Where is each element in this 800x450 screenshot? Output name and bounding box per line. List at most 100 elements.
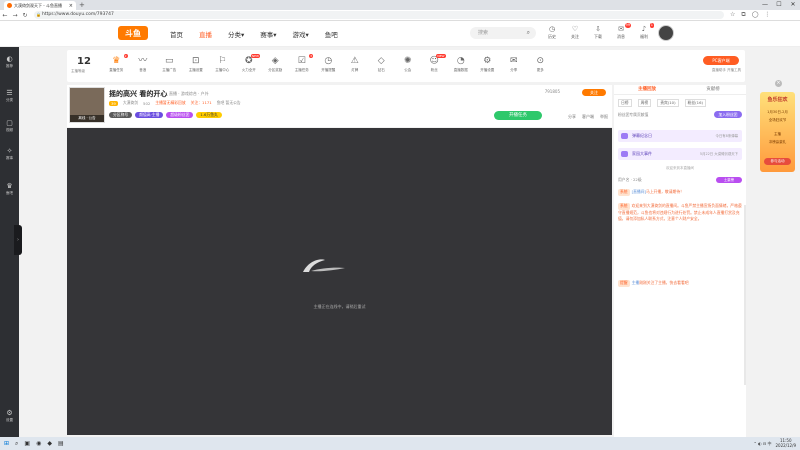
tool-item-3[interactable]: ⊡ 主播设置 [183, 54, 210, 73]
room-tag-2[interactable]: 超级粉丝团 [166, 112, 194, 118]
tool-item-11[interactable]: ✺ 公会 [395, 54, 422, 73]
system-tray[interactable]: ⌃ ◐ ⊟ 中 [753, 441, 771, 447]
room-tag-3[interactable]: 1.6万鱼丸 [196, 112, 222, 118]
rank-subtab-2[interactable]: 贵宾(10) [657, 99, 679, 107]
tab-contribution[interactable]: 贡献榜 [680, 85, 746, 94]
family-event-card[interactable]: 家园大事件 5月22日 大漠倚剑观天下 [618, 148, 742, 160]
sidebar-item-2[interactable]: ▢ 视频 [0, 119, 19, 132]
tool-item-10[interactable]: ◇ 钻石 [368, 54, 395, 73]
search-input[interactable]: 搜索 ⌕ [470, 27, 536, 39]
extensions-icon[interactable]: ⧉ [741, 11, 745, 19]
message-prefix: 系统 [618, 189, 630, 196]
forward-icon[interactable]: → [10, 12, 20, 19]
event-icon [621, 151, 628, 157]
sidebar-item-5[interactable]: ⚙ 设置 [0, 409, 19, 422]
room-category[interactable]: 直播 · 游戏综合 · 户外 [169, 91, 209, 97]
danmu-anniversary-card[interactable]: 弹幕纪念日 今日有8条弹幕 [618, 130, 742, 142]
nav-link-4[interactable]: 游戏▾ [293, 29, 309, 39]
taskbar-app-icon[interactable]: ⌕ [15, 440, 18, 448]
replay-link[interactable]: 主播暂无精彩回放 [155, 100, 185, 106]
close-tab-icon[interactable]: × [69, 3, 73, 9]
message-sender[interactable]: [直播间] [632, 189, 646, 194]
clock-date: 2022/12/9 [775, 442, 796, 448]
tool-item-7[interactable]: ☑ 主播任务 3 [289, 54, 316, 73]
user-nav-item-0[interactable]: ◷ 历史 [543, 25, 561, 40]
clock[interactable]: 11:50 2022/12/9 [775, 438, 796, 448]
browser-tab[interactable]: 大漠倚剑观天下 - 斗鱼直播 × [4, 1, 76, 10]
rank-subtab-0[interactable]: 日榜 [618, 99, 632, 107]
join-fans-button[interactable]: 加入粉丝团 [714, 111, 742, 118]
nav-link-2[interactable]: 分类▾ [228, 29, 244, 39]
sidebar-icon: ▢ [6, 119, 13, 127]
menu-icon[interactable]: ⋮ [764, 11, 770, 19]
room-tag-0[interactable]: 分区称号 [109, 112, 133, 118]
back-icon[interactable]: ← [0, 12, 10, 19]
anchor-name[interactable]: 大漠倚剑 [123, 100, 138, 106]
user-nav-item-2[interactable]: ⇩ 下载 [589, 25, 607, 40]
minimize-button[interactable]: — [758, 0, 772, 10]
share-action-2[interactable]: 举报 [600, 114, 608, 120]
sidebar-collapse-button[interactable]: › [14, 225, 22, 255]
anchor-avatar[interactable]: 离线 · 公告 [69, 87, 105, 123]
search-icon[interactable]: ⌕ [527, 27, 530, 39]
room-id: 791805 [544, 89, 560, 94]
tool-item-16[interactable]: ⊙ 更多 [527, 54, 554, 73]
tab-replay[interactable]: 主播回放 [614, 85, 680, 94]
promo-close-icon[interactable]: × [775, 80, 782, 87]
sidebar-item-4[interactable]: ♛ 鱼吧 [0, 182, 19, 195]
sidebar-item-0[interactable]: ◐ 推荐 [0, 55, 19, 68]
maximize-button[interactable]: ☐ [772, 0, 786, 10]
tool-item-1[interactable]: 〰音浪 [130, 54, 157, 73]
tool-item-13[interactable]: ◔ 直播数据 [448, 54, 475, 73]
chat-scrollbar[interactable] [744, 205, 746, 385]
sidebar-item-1[interactable]: ☰ 分类 [0, 89, 19, 102]
tool-item-15[interactable]: ✉ 分享 [501, 54, 528, 73]
tool-item-2[interactable]: ▭ 主播广告 [156, 54, 183, 73]
follow-button[interactable]: 关注 [582, 89, 606, 96]
tool-item-9[interactable]: ⚠ 灯牌 [342, 54, 369, 73]
tool-label: 钻石 [377, 68, 385, 72]
tool-item-8[interactable]: ◷ 开播提醒 [315, 54, 342, 73]
taskbar-app-icon[interactable]: ▣ [24, 440, 30, 448]
nav-link-0[interactable]: 首页 [170, 29, 183, 39]
windows-start-icon[interactable]: ⊞ [4, 440, 9, 448]
sidebar-item-3[interactable]: ✧ 赛事 [0, 147, 19, 160]
tool-item-14[interactable]: ⚙ 开播设置 [474, 54, 501, 73]
profile-icon[interactable]: ◯ [752, 11, 759, 19]
nav-link-5[interactable]: 鱼吧 [325, 29, 338, 39]
share-action-0[interactable]: 分享 [568, 114, 576, 120]
taskbar-app-icon[interactable]: ◆ [47, 440, 52, 448]
douyu-logo[interactable]: 斗鱼 [118, 26, 148, 40]
close-window-button[interactable]: ✕ [786, 0, 800, 10]
event-promo-banner[interactable]: 鱼乐狂欢 1月30日-2月 全场狂欢节 主播 冲榜赢豪礼 参与活动 [760, 92, 795, 172]
rank-subtab-1[interactable]: 周榜 [637, 99, 652, 107]
chat-panel: 主播回放 贡献榜 日榜 周榜 贵宾(10) 粉丝(16) 粉丝团专属贡献值 加入粉丝团… [614, 85, 746, 437]
nav-link-3[interactable]: 赛事▾ [260, 29, 276, 39]
url-input[interactable]: 🔒 https://www.douyu.com/793747 [34, 11, 724, 19]
room-tag-1[interactable]: 颜值高·主播 [135, 112, 164, 118]
tool-item-6[interactable]: ◈ 分区奖励 [262, 54, 289, 73]
video-player[interactable]: 主播正在连线中，请稍后重试 [67, 128, 612, 435]
tool-item-5[interactable]: ✪ 火力全开 NEW [236, 54, 263, 73]
rank-subtab-3[interactable]: 粉丝(16) [684, 99, 706, 107]
new-tab-button[interactable]: + [79, 1, 85, 10]
tool-item-4[interactable]: ⚐ 主播中心 [209, 54, 236, 73]
user-nav-item-3[interactable]: ✉ 消息 99 [612, 23, 631, 40]
fishbar-notice[interactable]: 鱼吧 暂无公告 [217, 100, 241, 106]
user-nav-item-4[interactable]: ♪ 福利 1 [635, 23, 654, 40]
pc-client-button[interactable]: PC客户端 [703, 56, 739, 65]
tool-label: 主播中心 [215, 68, 230, 72]
promo-join-button[interactable]: 参与活动 [764, 158, 791, 165]
tool-item-0[interactable]: ♛ 直播任务 2 [103, 54, 130, 73]
taskbar-app-icon[interactable]: ▤ [58, 440, 64, 448]
taskbar-app-icon[interactable]: ◉ [36, 440, 41, 448]
user-avatar[interactable] [658, 25, 674, 41]
card-subtitle: 今日有8条弹幕 [715, 134, 738, 138]
live-task-button[interactable]: 开播任务 [494, 111, 542, 120]
nav-link-1[interactable]: 直播 [199, 29, 212, 39]
reload-icon[interactable]: ↻ [20, 12, 30, 19]
star-icon[interactable]: ☆ [730, 11, 735, 19]
share-action-1[interactable]: 客户端 [582, 114, 594, 120]
tool-item-12[interactable]: ☺ 粉丝 NEW [421, 54, 448, 73]
user-nav-item-1[interactable]: ♡ 关注 [566, 25, 584, 40]
